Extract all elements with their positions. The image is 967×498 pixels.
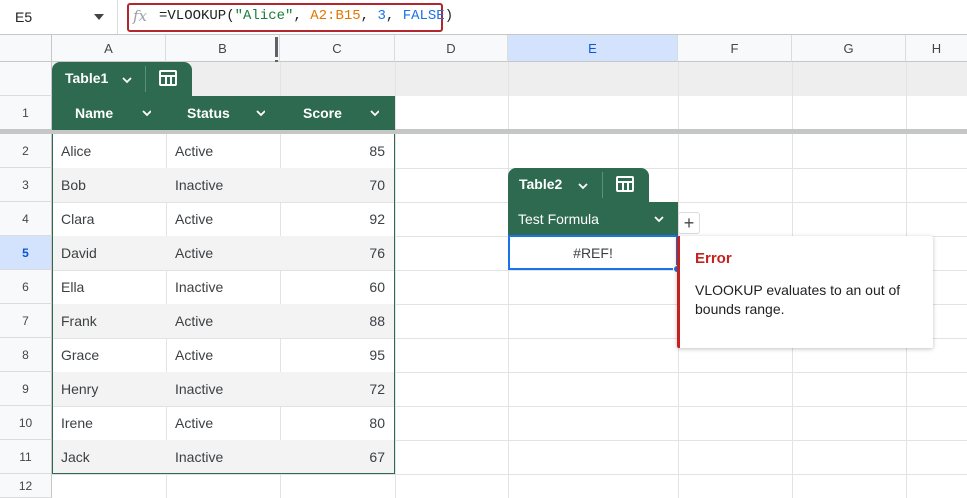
name-column-chevron-down-icon[interactable] [141, 107, 151, 117]
table1-header-score[interactable]: Score [303, 96, 342, 130]
table-cell-status[interactable]: Inactive [175, 270, 223, 304]
table-cell-score[interactable]: 88 [289, 304, 385, 338]
grid-line [508, 62, 509, 498]
row-header-band [0, 62, 52, 96]
row-header-1[interactable]: 1 [0, 96, 52, 130]
table-cell-name[interactable]: Grace [61, 338, 99, 372]
selected-cell-e5[interactable]: #REF! [508, 235, 678, 270]
row-header-11[interactable]: 11 [0, 440, 52, 474]
table-cell-status[interactable]: Active [175, 134, 213, 168]
table-cell-score[interactable]: 85 [289, 134, 385, 168]
freeze-column-handle[interactable] [275, 37, 279, 80]
table-cell-status[interactable]: Active [175, 202, 213, 236]
table1-chevron-down-icon[interactable] [121, 74, 133, 86]
table2-header-test-formula[interactable]: Test Formula [518, 202, 599, 236]
table1-name[interactable]: Table1 [65, 70, 108, 86]
table-cell-name[interactable]: Alice [61, 134, 91, 168]
row-header-2[interactable]: 2 [0, 134, 52, 168]
table-cell-name[interactable]: Frank [61, 304, 97, 338]
table-cell-score[interactable]: 60 [289, 270, 385, 304]
formula-sep: , [385, 8, 403, 24]
table-cell-score[interactable]: 70 [289, 168, 385, 202]
column-header-a[interactable]: A [52, 35, 166, 62]
table-cell-name[interactable]: Henry [61, 372, 98, 406]
row-header-5[interactable]: 5 [0, 236, 52, 270]
row-header-3[interactable]: 3 [0, 168, 52, 202]
table1-tab-divider [145, 66, 146, 92]
column-header-h[interactable]: H [906, 35, 967, 62]
table1-header-status[interactable]: Status [187, 96, 230, 130]
row-header-9[interactable]: 9 [0, 372, 52, 406]
name-box-value: E5 [15, 9, 33, 25]
column-header-f[interactable]: F [678, 35, 792, 62]
table2-tab-divider [602, 172, 603, 198]
table-cell-name[interactable]: Ella [61, 270, 84, 304]
table-cell-status[interactable]: Inactive [175, 372, 223, 406]
formula-arg-string: "Alice" [234, 8, 294, 24]
table-cell-status[interactable]: Inactive [175, 168, 223, 202]
row-header-10[interactable]: 10 [0, 406, 52, 440]
table-cell-status[interactable]: Inactive [175, 440, 223, 474]
table-cell-score[interactable]: 67 [289, 440, 385, 474]
column-header-b[interactable]: B [166, 35, 280, 62]
formula-sep: , [360, 8, 378, 24]
table2-table-icon[interactable] [616, 176, 634, 192]
table-cell-name[interactable]: Jack [61, 440, 90, 474]
column-header-c[interactable]: C [280, 35, 395, 62]
fx-icon: fx [133, 7, 148, 25]
table-cell-status[interactable]: Active [175, 338, 213, 372]
error-message: VLOOKUP evaluates to an out of bounds ra… [695, 282, 901, 317]
table-cell-name[interactable]: David [61, 236, 97, 270]
table-cell-name[interactable]: Irene [61, 406, 93, 440]
row-header-12[interactable]: 12 [0, 474, 52, 498]
column-header-d[interactable]: D [395, 35, 508, 62]
table-cell-status[interactable]: Active [175, 304, 213, 338]
score-column-chevron-down-icon[interactable] [369, 107, 379, 117]
table2-name[interactable]: Table2 [519, 176, 562, 192]
formula-input[interactable]: =VLOOKUP("Alice", A2:B15, 3, FALSE) [159, 8, 453, 28]
formula-close: ) [444, 8, 454, 24]
grid-line [395, 62, 396, 498]
row-header-6[interactable]: 6 [0, 270, 52, 304]
table-cell-name[interactable]: Bob [61, 168, 86, 202]
table-cell-status[interactable]: Active [175, 236, 213, 270]
table-cell-name[interactable]: Clara [61, 202, 94, 236]
table-cell-status[interactable]: Active [175, 406, 213, 440]
row-header-7[interactable]: 7 [0, 304, 52, 338]
table1-header-name[interactable]: Name [75, 96, 113, 130]
table-cell-score[interactable]: 76 [289, 236, 385, 270]
name-box-dropdown-icon[interactable] [94, 14, 104, 20]
table-cell-score[interactable]: 92 [289, 202, 385, 236]
formula-arg-range: A2:B15 [310, 8, 361, 24]
formula-fn: =VLOOKUP( [159, 8, 235, 24]
grid-line [52, 474, 967, 475]
error-title: Error [695, 250, 732, 267]
formula-arg-index: 3 [377, 8, 386, 24]
select-all-corner[interactable] [0, 35, 52, 62]
formula-sep: , [293, 8, 311, 24]
status-column-chevron-down-icon[interactable] [255, 107, 265, 117]
column-header-g[interactable]: G [792, 35, 906, 62]
add-column-button[interactable]: + [678, 212, 700, 234]
formula-arg-bool: FALSE [402, 8, 445, 24]
row-header-4[interactable]: 4 [0, 202, 52, 236]
table-cell-score[interactable]: 72 [289, 372, 385, 406]
table-cell-score[interactable]: 95 [289, 338, 385, 372]
table-cell-score[interactable]: 80 [289, 406, 385, 440]
column-header-e[interactable]: E [508, 35, 678, 62]
row-header-8[interactable]: 8 [0, 338, 52, 372]
table2-chevron-down-icon[interactable] [577, 180, 589, 192]
test-formula-chevron-down-icon[interactable] [653, 213, 665, 225]
table1-table-icon[interactable] [159, 70, 177, 86]
